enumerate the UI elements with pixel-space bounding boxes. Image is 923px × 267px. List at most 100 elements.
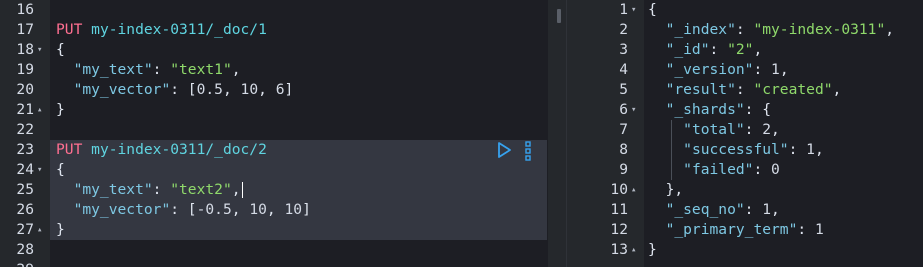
line-number: 3 [619,41,628,58]
response-viewer-pane[interactable]: 1 ▾{2 "_index": "my-index-0311", 3 "_id": … [584,0,923,267]
line-number: 2 [619,21,628,38]
line-text: { [56,160,65,180]
code-token: : [753,61,772,78]
line-text: "_index": "my-index-0311", [648,20,894,40]
code-line[interactable]: 28 [0,240,566,260]
code-token: ] [284,81,294,98]
code-line[interactable]: 18 ▾ { [0,40,566,60]
code-token: ] [302,201,311,218]
line-text: "my_vector": [0.5, 10, 6] [56,80,294,100]
line-number: 22 [16,121,34,138]
code-token: "_primary_term" [665,221,798,238]
line-text: "_shards": { [648,100,771,120]
line-number: 19 [16,61,34,78]
code-line: 8 "successful": 1, [584,140,923,160]
code-line[interactable]: 21 ▴} [0,100,566,120]
code-line: 6 ▾ "_shards": { [584,100,923,120]
line-number: 20 [16,81,34,98]
code-token: , [231,201,250,218]
line-text: "total": 2, [648,120,780,140]
code-line[interactable]: 27 ▴} [0,220,566,240]
code-token: my-index-0311/_doc/2 [91,141,267,158]
code-token: 1 [806,141,815,158]
line-text: } [56,220,65,240]
kebab-menu-icon[interactable] [523,141,533,161]
code-line[interactable]: 26 "my_vector": [-0.5, 10, 10] [0,200,566,220]
code-line[interactable]: 24 ▾ { [0,160,566,180]
line-number: 9 [619,161,628,178]
code-line[interactable]: 16 [0,0,566,20]
fold-close-icon[interactable]: ▴ [37,100,42,120]
fold-open-icon[interactable]: ▾ [631,100,636,120]
line-number: 28 [16,241,34,258]
line-number: 13 [610,241,628,258]
code-token: : [709,41,728,58]
code-token: 10 [249,201,267,218]
code-token: "2" [727,41,754,58]
line-number: 6 [619,101,628,118]
code-token: 0 [771,161,780,178]
request-scrollbar[interactable] [557,9,561,23]
code-token: "result" [665,81,736,98]
fold-open-icon[interactable]: ▾ [37,160,42,180]
code-line: 3 "_id": "2", [584,40,923,60]
request-editor-pane[interactable]: 16 17 PUT my-index-0311/_doc/1 18 ▾{19 "my_t… [0,0,566,267]
fold-close-icon[interactable]: ▴ [37,220,42,240]
code-token: "total" [683,121,745,138]
code-line: 7 "total": 2, [584,120,923,140]
line-text: "my_text": "text2", [56,180,243,200]
code-line[interactable]: 17 PUT my-index-0311/_doc/1 [0,20,566,40]
indent-guide [671,120,672,180]
code-line: 10 ▴ }, [584,180,923,200]
fold-open-icon[interactable]: ▾ [631,0,636,20]
line-number: 16 [16,1,34,18]
code-token: , [753,41,763,58]
code-token: , [222,81,241,98]
line-text: "_version": 1, [648,60,789,80]
line-number: 1 [619,1,628,18]
code-token: } [56,101,65,118]
code-token: }, [648,181,684,198]
line-number: 23 [16,141,34,158]
fold-close-icon[interactable]: ▴ [631,240,636,260]
line-text: { [648,0,657,20]
code-token: } [56,221,65,238]
code-line[interactable]: 19 "my_text": "text1", [0,60,566,80]
code-token: "my_text" [73,61,153,78]
code-token: "text1" [170,61,232,78]
line-text: "failed": 0 [648,160,780,180]
code-line[interactable]: 20 "my_vector": [0.5, 10, 6] [0,80,566,100]
fold-close-icon[interactable]: ▴ [631,180,636,200]
fold-open-icon[interactable]: ▾ [37,40,42,60]
code-token: , [266,201,285,218]
code-token: 10 [240,81,259,98]
code-token: "failed" [683,161,754,178]
code-line[interactable]: 25 "my_text": "text2", [0,180,566,200]
play-icon[interactable] [496,142,512,158]
code-token: : [152,61,171,78]
code-line[interactable]: 22 [0,120,566,140]
code-line[interactable]: 23 PUT my-index-0311/_doc/2 [0,140,566,160]
line-text: "_seq_no": 1, [648,200,780,220]
line-number: 5 [619,81,628,98]
code-token: PUT [56,21,83,38]
code-token: { [56,41,65,58]
code-line[interactable]: 29 [0,260,566,267]
pane-resizer[interactable] [566,0,585,267]
code-token: { [648,1,657,18]
line-number: 18 [16,41,34,58]
line-number: 12 [610,221,628,238]
line-text: "_id": "2", [648,40,763,60]
code-token: "_index" [665,21,736,38]
line-number: 10 [610,181,628,198]
code-token: , [832,81,842,98]
